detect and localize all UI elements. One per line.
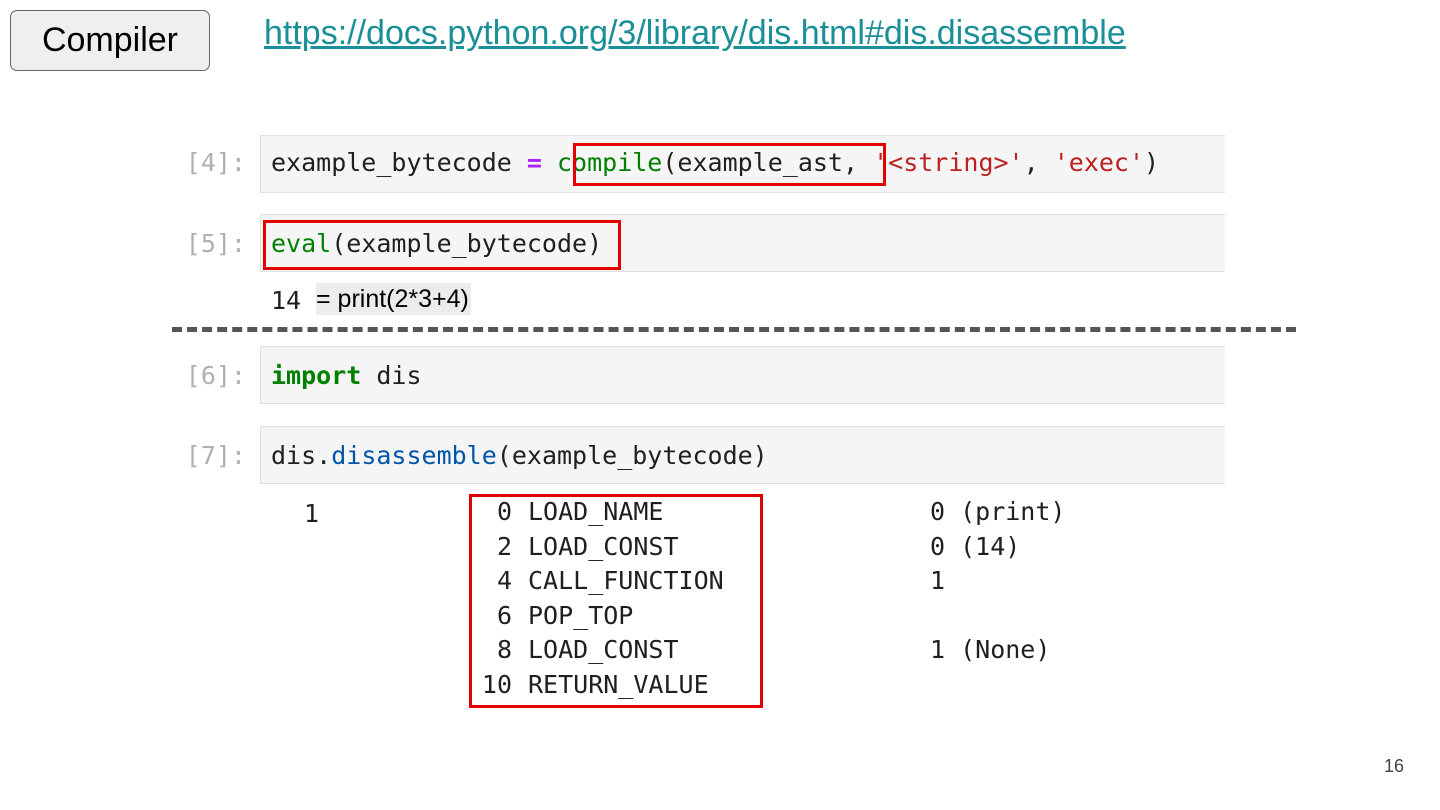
section-tag: Compiler: [10, 10, 210, 71]
compile-highlight-box: [573, 143, 886, 186]
cell-7-code: dis.disassemble(example_bytecode): [271, 441, 768, 470]
code-object: dis.: [271, 441, 332, 470]
output-annotation: = print(2*3+4): [316, 283, 471, 315]
dashed-divider: [172, 327, 1296, 332]
code-string: '<string>': [873, 148, 1024, 177]
code-module: dis: [361, 361, 422, 390]
code-variable: example_bytecode: [271, 148, 527, 177]
opcodes-highlight-box: [469, 494, 763, 708]
cell-4-prompt: [4]:: [185, 148, 246, 177]
code-keyword-import: import: [271, 361, 362, 390]
code-close-paren: ): [1144, 148, 1160, 177]
cell-6-prompt: [6]:: [185, 361, 246, 390]
docs-link[interactable]: https://docs.python.org/3/library/dis.ht…: [264, 14, 1126, 53]
code-attribute: disassemble: [331, 441, 497, 470]
page-number: 16: [1384, 756, 1405, 776]
code-string: 'exec': [1053, 148, 1145, 177]
code-operator: =: [526, 148, 542, 177]
code-args: (example_bytecode): [496, 441, 768, 470]
cell-6-code: import dis: [271, 361, 422, 390]
cell-7-prompt: [7]:: [185, 441, 246, 470]
code-sep: ,: [1023, 148, 1054, 177]
cell-5-output: 14: [271, 286, 302, 315]
dis-arg: 0 (print): [930, 497, 1066, 526]
dis-arg: 1 (None): [930, 635, 1051, 664]
dis-arg: 1: [930, 566, 946, 595]
dis-arg: 0 (14): [930, 532, 1021, 561]
cell-5-prompt: [5]:: [185, 229, 246, 258]
eval-highlight-box: [263, 220, 621, 270]
